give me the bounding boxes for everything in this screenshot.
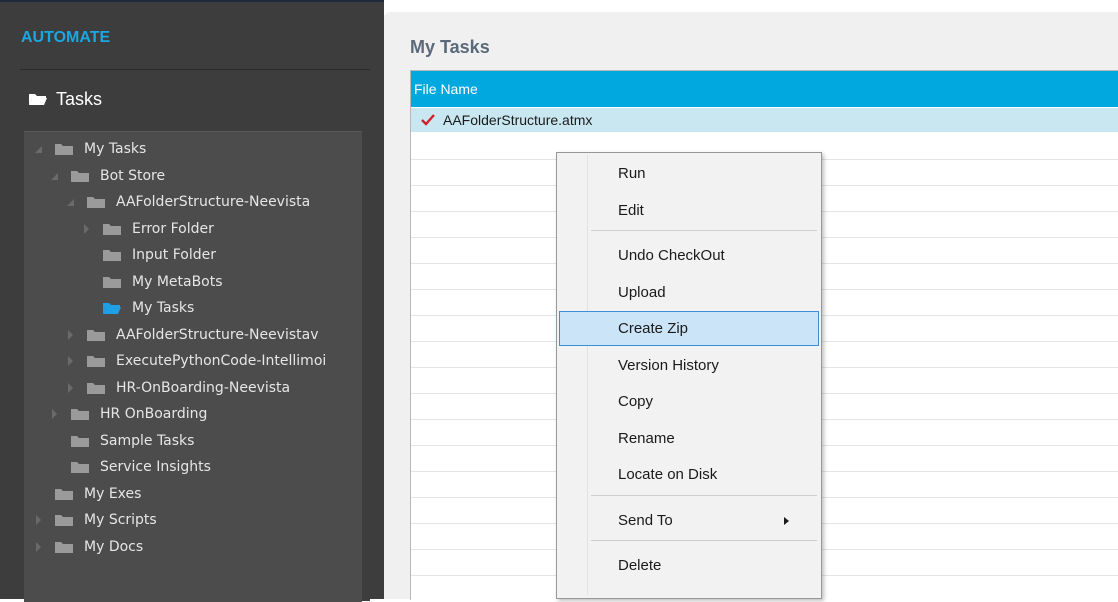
open-folder-icon [103, 303, 121, 314]
folder-icon [55, 515, 73, 526]
collapsed-arrow-icon[interactable] [32, 541, 44, 553]
menu-item[interactable]: Edit [559, 193, 819, 228]
collapsed-arrow-icon[interactable] [32, 514, 44, 526]
tasks-section-label: Tasks [56, 88, 103, 109]
folder-icon [103, 250, 121, 261]
menu-separator [591, 230, 817, 231]
tree-item[interactable]: My Tasks [80, 297, 194, 319]
collapsed-arrow-icon[interactable] [64, 329, 76, 341]
tree-item[interactable]: AAFolderStructure-Neevistav [64, 324, 319, 346]
brand-title: AUTOMATE [21, 29, 111, 46]
tree-item-label: My MetaBots [132, 273, 223, 290]
tree-item[interactable]: Bot Store [48, 165, 165, 187]
menu-item-label: Version History [618, 356, 719, 374]
column-header-label: File Name [414, 81, 478, 97]
menu-item-label: Delete [618, 557, 662, 574]
tree-item-label: My Scripts [84, 512, 157, 528]
submenu-arrow-icon [784, 516, 789, 525]
expanded-arrow-icon[interactable] [64, 196, 76, 208]
collapsed-arrow-icon[interactable] [64, 382, 76, 394]
tree-item-label: My Docs [84, 538, 144, 555]
column-header-file-name[interactable]: File Name [411, 71, 1118, 107]
menu-item[interactable]: Delete [559, 548, 819, 583]
menu-separator [591, 540, 817, 541]
folder-icon [71, 435, 89, 447]
menu-item[interactable]: Upload [559, 275, 819, 310]
tree-item-label: HR OnBoarding [100, 406, 208, 422]
file-name-cell: AAFolderStructure.atmx [443, 112, 593, 128]
folder-icon [87, 382, 105, 394]
collapsed-arrow-icon[interactable] [48, 408, 60, 420]
folder-icon [87, 197, 105, 208]
menu-item[interactable]: Locate on Disk [559, 457, 819, 492]
tree-item-label: Service Insights [100, 459, 211, 475]
tree-item[interactable]: ExecutePythonCode-Intellimoi [64, 350, 326, 372]
context-menu: Run Edit Undo CheckOut Upload Create Zip Vers… [556, 152, 822, 599]
tree-item[interactable]: AAFolderStructure-Neevista [64, 191, 310, 213]
menu-item[interactable]: Run [559, 156, 819, 191]
tree-item[interactable]: HR-OnBoarding-Neevista [64, 377, 290, 399]
open-folder-icon [29, 94, 47, 105]
tasks-section-header[interactable]: Tasks [28, 88, 102, 110]
tree-item[interactable]: My MetaBots [80, 271, 223, 293]
tree-item-label: AAFolderStructure-Neevistav [116, 326, 319, 343]
table-row[interactable]: AAFolderStructure.atmx [411, 108, 1118, 132]
expanded-arrow-icon[interactable] [32, 143, 44, 155]
menu-item-label: Upload [618, 283, 666, 301]
folder-tree[interactable]: My Tasks Bot Store AAFolderStructure-Neevi… [24, 131, 362, 602]
menu-item-label: Send To [618, 511, 673, 529]
tree-item-label: My Tasks [84, 141, 147, 157]
menu-separator [591, 494, 817, 496]
collapsed-arrow-icon[interactable] [80, 223, 92, 235]
tree-item-label: Bot Store [100, 167, 166, 184]
tree-item[interactable]: HR OnBoarding [48, 403, 207, 425]
collapsed-arrow-icon[interactable] [64, 355, 76, 367]
sidebar: AUTOMATE Tasks My Tasks Bot Store AAFolder… [0, 0, 384, 602]
folder-icon [71, 409, 89, 420]
menu-item-label: Rename [618, 429, 675, 447]
tree-item-label: ExecutePythonCode-Intellimoi [116, 353, 327, 369]
tree-item-label: My Exes [84, 485, 142, 502]
brand-divider [20, 69, 370, 70]
folder-icon [87, 356, 105, 367]
tree-item[interactable]: Input Folder [80, 244, 216, 266]
menu-item-label: Edit [618, 201, 644, 219]
tree-item[interactable]: Error Folder [80, 218, 214, 240]
tree-item-label: Input Folder [132, 247, 216, 263]
tree-item-label: Error Folder [132, 220, 214, 237]
menu-item[interactable]: Rename [559, 421, 819, 456]
folder-icon [55, 144, 73, 155]
tree-item[interactable]: Sample Tasks [48, 430, 194, 452]
tree-item[interactable]: Service Insights [48, 456, 211, 478]
checkmark-icon [421, 114, 435, 126]
tree-item-label: Sample Tasks [100, 432, 195, 449]
expanded-arrow-icon[interactable] [48, 170, 60, 182]
menu-item[interactable]: Send To [559, 503, 819, 538]
menu-item[interactable]: Version History [559, 348, 819, 383]
menu-item-label: Run [618, 165, 646, 182]
tree-item[interactable]: My Tasks [32, 138, 146, 160]
tree-item-label: AAFolderStructure-Neevista [116, 194, 311, 210]
tree-item[interactable]: My Docs [32, 536, 143, 558]
folder-icon [71, 170, 89, 182]
folder-icon [87, 329, 105, 341]
folder-icon [55, 541, 73, 553]
folder-icon [103, 276, 121, 288]
tree-item-label: My Tasks [132, 300, 195, 316]
menu-item[interactable]: Copy [559, 384, 819, 419]
menu-item-label: Locate on Disk [618, 466, 718, 483]
menu-item-label: Undo CheckOut [618, 247, 725, 264]
tree-item[interactable]: My Exes [32, 483, 141, 505]
tree-item-label: HR-OnBoarding-Neevista [116, 379, 291, 396]
tree-item[interactable]: My Scripts [32, 509, 157, 531]
folder-icon [103, 223, 121, 235]
folder-icon [55, 488, 73, 500]
page-title: My Tasks [410, 37, 490, 57]
menu-item-label: Copy [618, 393, 654, 410]
folder-icon [71, 462, 89, 473]
tree-scrollbar[interactable] [362, 131, 370, 601]
menu-item-label: Create Zip [618, 320, 689, 337]
menu-item[interactable]: Create Zip [559, 311, 819, 346]
menu-item[interactable]: Undo CheckOut [559, 238, 819, 273]
